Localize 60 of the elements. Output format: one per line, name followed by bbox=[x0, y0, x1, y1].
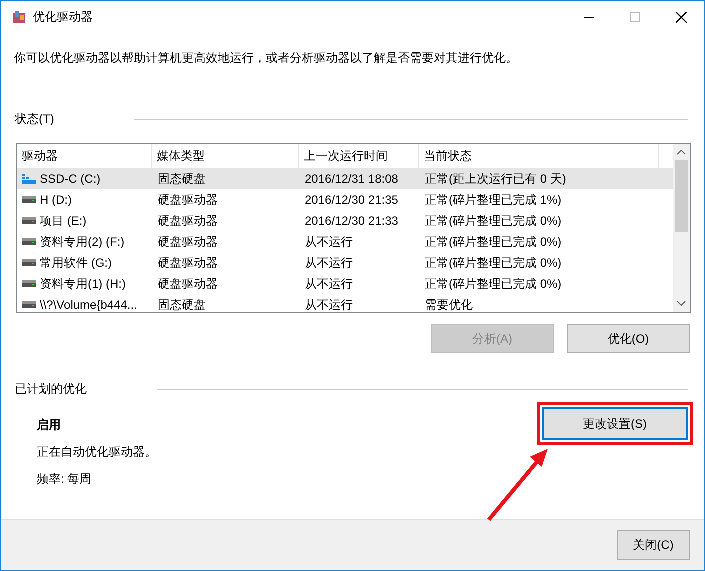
table-cell-text: SSD-C (C:) bbox=[40, 170, 101, 188]
ssd-drive-icon bbox=[22, 174, 36, 184]
table-cell-text: 从不运行 bbox=[305, 296, 353, 314]
table-cell-text: 资料专用(1) (H:) bbox=[40, 276, 126, 292]
table-cell-text: 资料专用(2) (F:) bbox=[40, 234, 125, 250]
hard-drive-icon bbox=[22, 217, 36, 224]
table-cell-text: 从不运行 bbox=[305, 276, 353, 292]
hard-drive-icon bbox=[22, 301, 36, 308]
table-cell-text: 2016/12/30 21:33 bbox=[305, 212, 398, 230]
close-icon bbox=[676, 12, 686, 22]
drive-row[interactable]: \\?\Volume{b444... 固态硬盘 从不运行 需要优化 bbox=[17, 294, 673, 315]
schedule-info: 正在自动优化驱动器。 bbox=[37, 444, 157, 461]
table-cell-text: 从不运行 bbox=[305, 234, 353, 250]
table-cell-text: 正常(碎片整理已完成 0%) bbox=[425, 212, 562, 230]
table-cell-text: 项目 (E:) bbox=[40, 212, 87, 230]
table-cell-text: 固态硬盘 bbox=[158, 170, 206, 188]
scroll-up-icon[interactable] bbox=[677, 150, 686, 155]
section-label: 状态(T) bbox=[15, 111, 54, 128]
scrollbar[interactable] bbox=[673, 144, 690, 312]
table-cell-text: 正常(碎片整理已完成 0%) bbox=[425, 276, 562, 292]
description-text: 你可以优化驱动器以帮助计算机更高效地运行，或者分析驱动器以了解是否需要对其进行优化。 bbox=[14, 50, 519, 67]
drive-row[interactable]: 常用软件 (G:) 硬盘驱动器 从不运行 正常(碎片整理已完成 0%) bbox=[17, 252, 673, 273]
section-label: 已计划的优化 bbox=[15, 381, 87, 398]
table-cell-text: 硬盘驱动器 bbox=[158, 254, 218, 272]
window-title: 优化驱动器 bbox=[33, 9, 93, 26]
drive-row[interactable]: 项目 (E:) 硬盘驱动器 2016/12/30 21:33 正常(碎片整理已完成 0%) bbox=[17, 210, 673, 231]
table-cell-text: 需要优化 bbox=[425, 296, 473, 314]
table-cell-text: 硬盘驱动器 bbox=[158, 192, 218, 208]
hard-drive-icon bbox=[22, 238, 36, 245]
hard-drive-icon bbox=[22, 259, 36, 266]
drive-row[interactable]: 资料专用(2) (F:) 硬盘驱动器 从不运行 正常(碎片整理已完成 0%) bbox=[17, 231, 673, 252]
hard-drive-icon bbox=[22, 196, 36, 203]
table-cell-text: \\?\Volume{b444... bbox=[40, 296, 138, 314]
scrollbar-thumb[interactable] bbox=[675, 160, 688, 232]
drive-row[interactable]: SSD-C (C:) 固态硬盘 2016/12/31 18:08 正常(距上次运行已有 0 天) bbox=[17, 168, 673, 189]
table-cell-text: H (D:) bbox=[40, 192, 72, 208]
optimize-button[interactable]: 优化(O) bbox=[567, 324, 690, 353]
schedule-state: 启用 bbox=[37, 417, 62, 434]
change-settings-button[interactable]: 更改设置(S) bbox=[542, 407, 688, 440]
table-cell-text: 正常(碎片整理已完成 1%) bbox=[425, 192, 562, 208]
table-cell-text: 常用软件 (G:) bbox=[40, 254, 112, 272]
schedule-frequency: 频率: 每周 bbox=[37, 471, 93, 488]
table-cell-text: 正常(碎片整理已完成 0%) bbox=[425, 254, 562, 272]
table-cell-text: 2016/12/30 21:35 bbox=[305, 192, 398, 208]
hard-drive-icon bbox=[22, 280, 36, 287]
table-cell-text: 硬盘驱动器 bbox=[158, 276, 218, 292]
table-cell-text: 2016/12/31 18:08 bbox=[305, 170, 398, 188]
table-cell-text: 硬盘驱动器 bbox=[158, 234, 218, 250]
minimize-icon bbox=[584, 16, 594, 18]
app-icon bbox=[12, 10, 26, 24]
table-cell-text: 硬盘驱动器 bbox=[158, 212, 218, 230]
drive-row[interactable]: 资料专用(1) (H:) 硬盘驱动器 从不运行 正常(碎片整理已完成 0%) bbox=[17, 273, 673, 294]
table-cell-text: 固态硬盘 bbox=[158, 296, 206, 314]
table-cell-text: 正常(碎片整理已完成 0%) bbox=[425, 234, 562, 250]
scroll-down-icon[interactable] bbox=[677, 301, 686, 306]
table-cell-text: 从不运行 bbox=[305, 254, 353, 272]
drive-row[interactable]: H (D:) 硬盘驱动器 2016/12/30 21:35 正常(碎片整理已完成 1%) bbox=[17, 189, 673, 210]
close-dialog-button[interactable]: 关闭(C) bbox=[617, 530, 690, 560]
maximize-icon bbox=[630, 12, 640, 22]
table-cell-text: 正常(距上次运行已有 0 天) bbox=[425, 170, 566, 188]
